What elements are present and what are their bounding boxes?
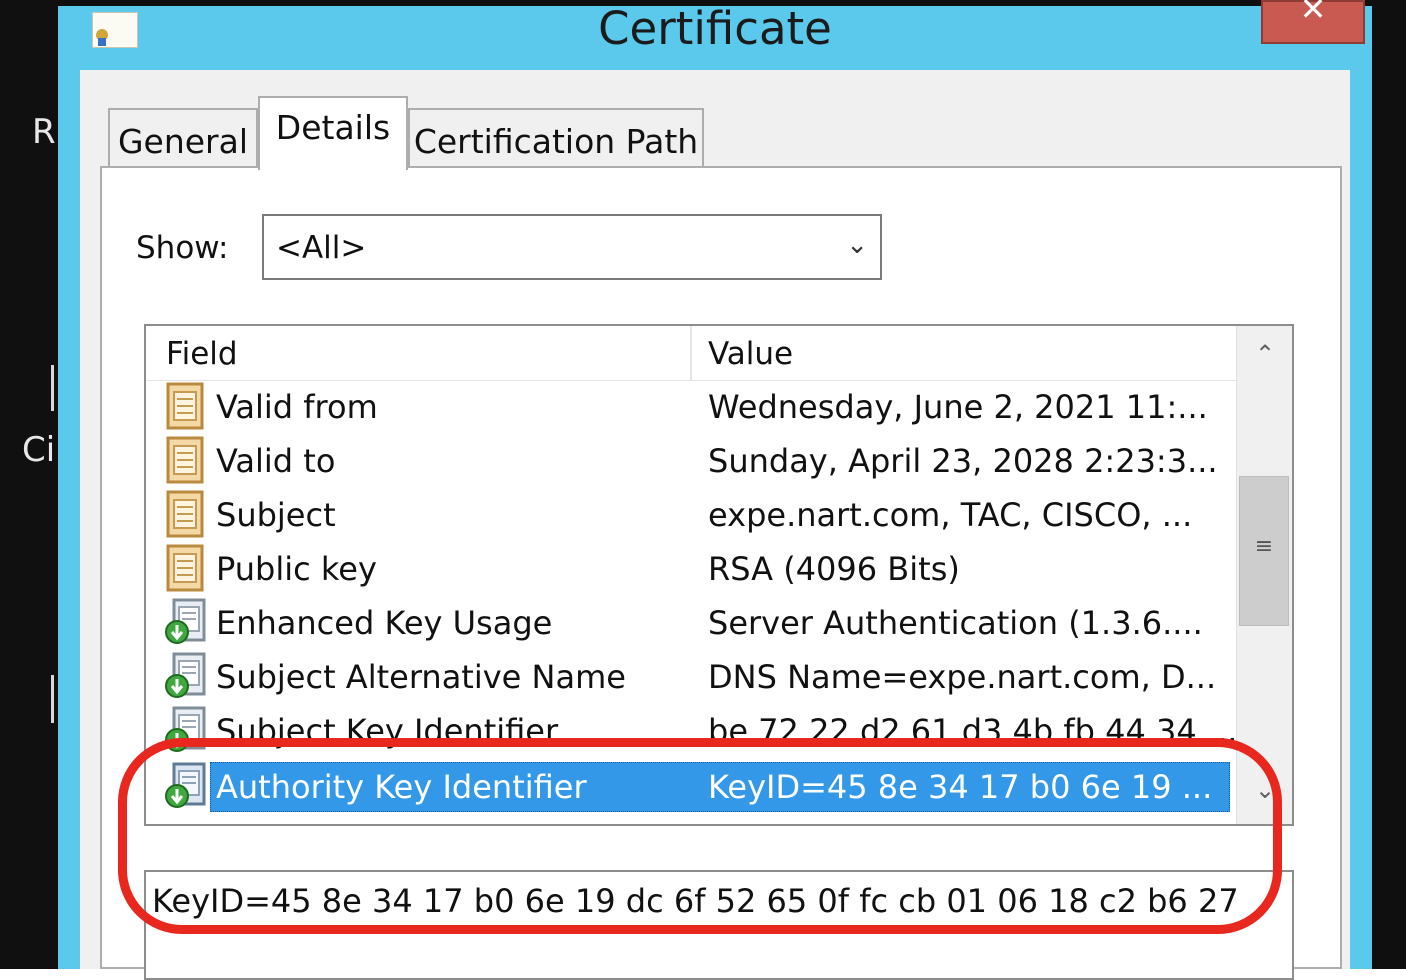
list-row[interactable]: Valid from Wednesday, June 2, 2021 11:..… (146, 380, 1236, 434)
tab-label: General (117, 122, 249, 161)
scroll-up-button[interactable]: ⌃ (1237, 326, 1292, 382)
details-panel: Show: <All> ⌄ Field Value Valid from Wed… (100, 166, 1342, 980)
dialog-client-area: General Details Certification Path Show:… (80, 70, 1350, 980)
field-name: Enhanced Key Usage (216, 604, 553, 642)
list-row[interactable]: Valid to Sunday, April 23, 2028 2:23:3..… (146, 434, 1236, 488)
list-row[interactable]: Subject Key Identifier be 72 22 d2 61 d3… (146, 704, 1236, 758)
close-icon: ✕ (1299, 0, 1327, 28)
show-dropdown[interactable]: <All> ⌄ (262, 214, 882, 280)
field-value: be 72 22 d2 61 d3 4b fb 44 34 ... (708, 712, 1236, 750)
list-row[interactable]: Enhanced Key Usage Server Authentication… (146, 596, 1236, 650)
tab-certification-path[interactable]: Certification Path (408, 108, 704, 168)
list-rows: Valid from Wednesday, June 2, 2021 11:..… (146, 380, 1236, 824)
desktop-background-right (1372, 0, 1406, 969)
background-tick (51, 675, 54, 723)
field-name: Subject Alternative Name (216, 658, 626, 696)
extension-icon (165, 652, 206, 698)
field-value: KeyID=45 8e 34 17 b0 6e 19 ... (708, 768, 1213, 806)
field-detail-text: KeyID=45 8e 34 17 b0 6e 19 dc 6f 52 65 0… (152, 882, 1239, 920)
field-value: Server Authentication (1.3.6.... (708, 604, 1203, 642)
field-value: Wednesday, June 2, 2021 11:... (708, 388, 1208, 426)
chevron-down-icon: ⌄ (846, 230, 868, 260)
list-row-selected[interactable]: Authority Key Identifier KeyID=45 8e 34 … (146, 760, 1236, 814)
vertical-scrollbar[interactable]: ⌃ ≡ ⌄ (1236, 326, 1292, 824)
tab-general[interactable]: General (108, 108, 258, 168)
field-name: Authority Key Identifier (216, 768, 587, 806)
tab-label: Certification Path (413, 122, 699, 161)
field-name: Subject (216, 496, 336, 534)
fields-list[interactable]: Field Value Valid from Wednesday, June 2… (144, 324, 1294, 826)
field-name: Public key (216, 550, 377, 588)
background-letter: R (32, 112, 56, 152)
list-row[interactable]: Public key RSA (4096 Bits) (146, 542, 1236, 596)
property-icon (166, 544, 204, 592)
scroll-down-button[interactable]: ⌄ (1237, 762, 1292, 818)
field-value: RSA (4096 Bits) (708, 550, 960, 588)
column-divider[interactable] (690, 326, 692, 380)
property-icon (166, 436, 204, 484)
background-letter: Ci (22, 430, 56, 470)
column-header-value[interactable]: Value (708, 336, 793, 372)
list-row[interactable]: Subject expe.nart.com, TAC, CISCO, ... (146, 488, 1236, 542)
grip-icon: ≡ (1254, 534, 1274, 559)
column-header-field[interactable]: Field (166, 336, 238, 372)
field-value: DNS Name=expe.nart.com, D... (708, 658, 1217, 696)
window-title: Certificate (598, 2, 832, 55)
extension-icon (165, 762, 206, 808)
show-dropdown-value: <All> (276, 230, 367, 266)
show-label: Show: (136, 230, 229, 266)
field-name: Subject Key Identifier (216, 712, 559, 750)
extension-icon (165, 706, 206, 752)
field-name: Valid from (216, 388, 378, 426)
background-tick (51, 365, 54, 411)
property-icon (166, 490, 204, 538)
field-value: expe.nart.com, TAC, CISCO, ... (708, 496, 1193, 534)
scrollbar-thumb[interactable]: ≡ (1239, 476, 1289, 626)
close-button[interactable]: ✕ (1261, 0, 1365, 44)
property-icon (166, 382, 204, 430)
tab-label: Details (275, 108, 391, 147)
field-name: Valid to (216, 442, 336, 480)
tab-details[interactable]: Details (258, 96, 408, 170)
list-header: Field Value (146, 326, 1236, 381)
field-detail-box[interactable]: KeyID=45 8e 34 17 b0 6e 19 dc 6f 52 65 0… (144, 870, 1294, 980)
extension-icon (165, 598, 206, 644)
certificate-window: Certificate ✕ General Details Certificat… (58, 0, 1372, 980)
field-value: Sunday, April 23, 2028 2:23:3... (708, 442, 1218, 480)
list-row[interactable]: Subject Alternative Name DNS Name=expe.n… (146, 650, 1236, 704)
